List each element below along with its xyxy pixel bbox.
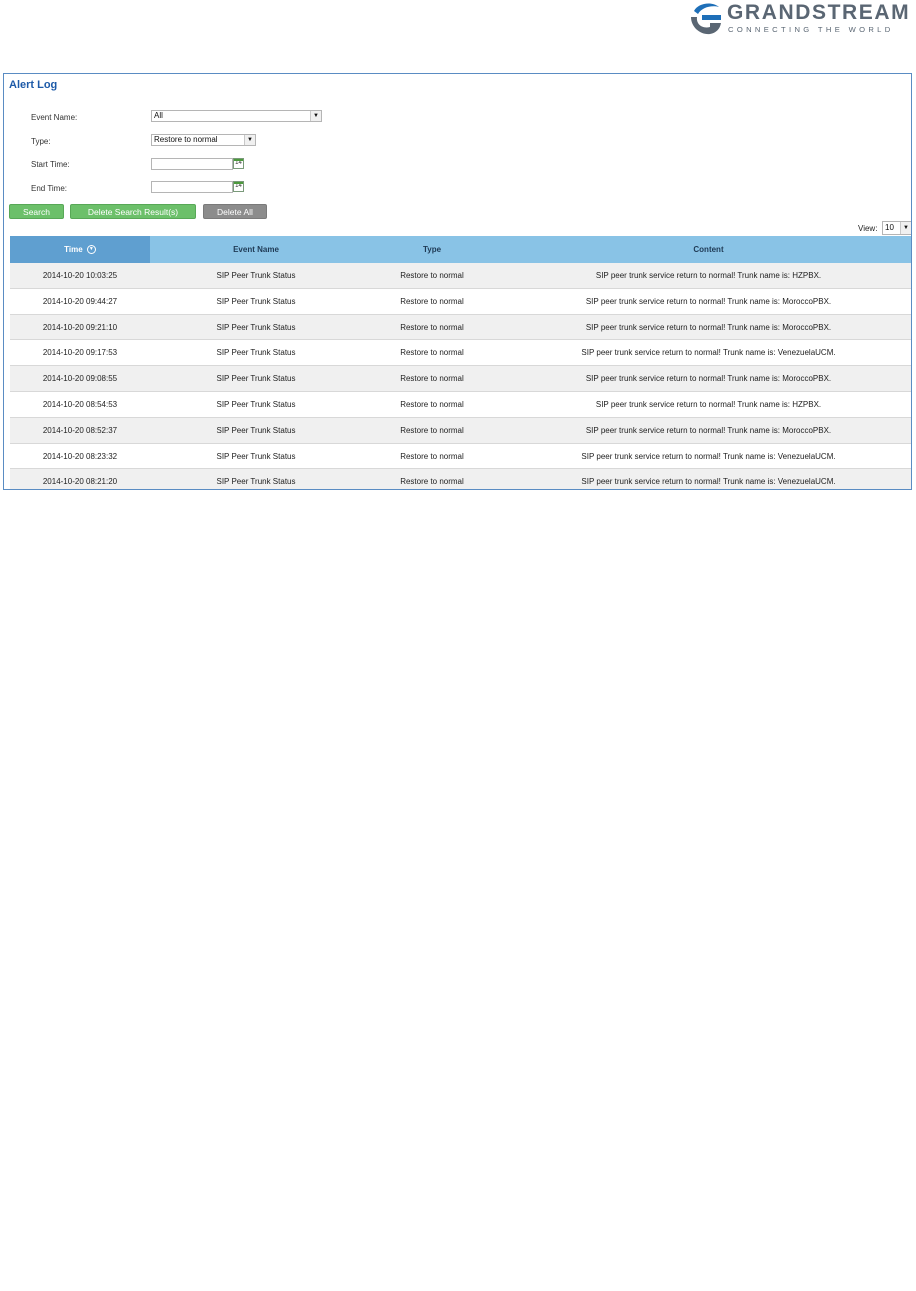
view-select[interactable]: 10 ▼ — [882, 221, 911, 235]
table-row: 2014-10-20 08:54:53 SIP Peer Trunk Status… — [10, 392, 911, 418]
cell-time: 2014-10-20 10:03:25 — [42, 271, 118, 280]
cell-time: 2014-10-20 08:54:53 — [42, 399, 118, 409]
search-button[interactable]: Search — [9, 204, 64, 219]
cell-time: 2014-10-20 08:52:37 — [42, 425, 118, 435]
type-select[interactable]: Restore to normal ▼ — [151, 134, 256, 146]
cell-event-name: SIP Peer Trunk Status — [216, 296, 296, 306]
cell-content: SIP peer trunk service return to normal!… — [595, 271, 822, 280]
end-time-input[interactable] — [151, 181, 233, 193]
cell-content: SIP peer trunk service return to normal!… — [585, 425, 832, 435]
type-label: Type: — [31, 137, 51, 146]
cell-content: SIP peer trunk service return to normal!… — [581, 477, 836, 487]
table-row: 2014-10-20 09:21:10 SIP Peer Trunk Status… — [10, 314, 911, 341]
cell-type: Restore to normal — [400, 425, 464, 435]
view-value: 10 — [885, 223, 894, 232]
start-time-calendar-icon[interactable]: 14 — [233, 158, 244, 169]
type-value: Restore to normal — [154, 135, 218, 144]
column-header-type[interactable]: Type — [362, 236, 502, 263]
cell-type: Restore to normal — [400, 451, 464, 461]
table-row: 2014-10-20 09:08:55 SIP Peer Trunk Status… — [10, 366, 911, 392]
event-name-label: Event Name: — [31, 113, 78, 122]
cell-content: SIP peer trunk service return to normal!… — [595, 399, 822, 409]
table-row: 2014-10-20 08:52:37 SIP Peer Trunk Status… — [10, 417, 911, 444]
alert-log-panel: Alert Log Event Name: All ▼ Type: Restor… — [3, 73, 912, 490]
panel-title: Alert Log — [9, 79, 58, 91]
cell-content: SIP peer trunk service return to normal!… — [585, 296, 832, 306]
cell-type: Restore to normal — [400, 477, 464, 487]
cell-event-name: SIP Peer Trunk Status — [216, 271, 296, 280]
cell-event-name: SIP Peer Trunk Status — [216, 399, 296, 409]
cell-time: 2014-10-20 09:17:53 — [42, 348, 118, 358]
table-body: 2014-10-20 10:03:25 SIP Peer Trunk Status… — [10, 263, 911, 489]
alert-log-table: Time ▼ Event Name Type Content 2014-10-2… — [10, 236, 911, 489]
cell-type: Restore to normal — [400, 271, 464, 280]
table-header: Time ▼ Event Name Type Content — [10, 236, 911, 263]
brand-name: GRANDSTREAM — [727, 1, 911, 24]
chevron-down-icon: ▼ — [900, 222, 911, 234]
end-time-calendar-icon[interactable]: 14 — [233, 181, 244, 192]
cell-time: 2014-10-20 09:21:10 — [42, 322, 118, 332]
chevron-down-icon: ▼ — [244, 135, 255, 145]
cell-event-name: SIP Peer Trunk Status — [216, 374, 296, 384]
cell-type: Restore to normal — [400, 399, 464, 409]
cell-content: SIP peer trunk service return to normal!… — [585, 322, 832, 332]
cell-time: 2014-10-20 08:23:32 — [42, 451, 118, 461]
table-row: 2014-10-20 09:44:27 SIP Peer Trunk Status… — [10, 289, 911, 315]
event-name-value: All — [154, 111, 163, 120]
grandstream-mark-icon — [691, 3, 721, 35]
table-row: 2014-10-20 08:23:32 SIP Peer Trunk Status… — [10, 444, 911, 470]
table-row: 2014-10-20 08:21:20 SIP Peer Trunk Status… — [10, 469, 911, 489]
table-row: 2014-10-20 09:17:53 SIP Peer Trunk Status… — [10, 340, 911, 367]
table-row: 2014-10-20 10:03:25 SIP Peer Trunk Status… — [10, 263, 911, 289]
delete-search-results-button[interactable]: Delete Search Result(s) — [70, 204, 196, 219]
cell-time: 2014-10-20 09:44:27 — [42, 296, 118, 306]
cell-type: Restore to normal — [400, 374, 464, 384]
start-time-label: Start Time: — [31, 160, 70, 169]
column-header-content[interactable]: Content — [502, 236, 911, 263]
view-label: View: — [858, 224, 878, 233]
cell-time: 2014-10-20 09:08:55 — [42, 374, 118, 384]
cell-content: SIP peer trunk service return to normal!… — [585, 374, 832, 384]
cell-event-name: SIP Peer Trunk Status — [216, 425, 296, 435]
cell-content: SIP peer trunk service return to normal!… — [581, 348, 836, 358]
column-header-event-name[interactable]: Event Name — [150, 236, 362, 263]
sort-descending-icon[interactable]: ▼ — [86, 245, 96, 255]
column-header-time[interactable]: Time ▼ — [10, 236, 150, 263]
cell-type: Restore to normal — [400, 348, 464, 358]
cell-type: Restore to normal — [400, 296, 464, 306]
delete-all-button[interactable]: Delete All — [203, 204, 267, 219]
end-time-label: End Time: — [31, 184, 68, 193]
cell-event-name: SIP Peer Trunk Status — [216, 322, 296, 332]
event-name-select[interactable]: All ▼ — [151, 110, 322, 122]
start-time-input[interactable] — [151, 158, 233, 170]
cell-type: Restore to normal — [400, 322, 464, 332]
brand-tagline: CONNECTING THE WORLD — [728, 25, 894, 34]
cell-event-name: SIP Peer Trunk Status — [216, 348, 296, 358]
chevron-down-icon: ▼ — [310, 111, 321, 121]
cell-event-name: SIP Peer Trunk Status — [216, 451, 296, 461]
cell-content: SIP peer trunk service return to normal!… — [581, 451, 836, 461]
column-header-time-label: Time — [64, 245, 83, 254]
grandstream-logo: GRANDSTREAM CONNECTING THE WORLD — [688, 0, 916, 40]
cell-time: 2014-10-20 08:21:20 — [42, 477, 118, 487]
cell-event-name: SIP Peer Trunk Status — [216, 477, 296, 487]
